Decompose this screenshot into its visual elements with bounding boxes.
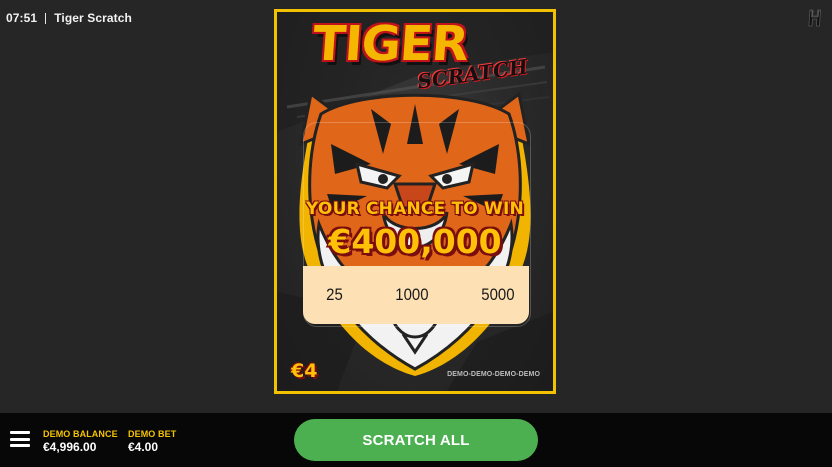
h-logo-icon <box>808 9 822 27</box>
bet-label: DEMO BET <box>128 429 177 439</box>
scratch-card: TIGER SCRATCH YOUR CHANCE TO WIN €400,00… <box>274 9 556 394</box>
menu-line <box>10 437 30 441</box>
demo-watermark: DEMO-DEMO-DEMO-DEMO <box>447 371 540 378</box>
top-prize-amount: €400,000 <box>328 222 502 261</box>
logo-tiger-text: TIGER <box>311 16 470 72</box>
prize-number: 25 <box>326 285 343 304</box>
prize-number: 5000 <box>481 285 515 304</box>
bottom-bar: DEMO BALANCE €4,996.00 DEMO BET €4.00 SC… <box>0 413 832 467</box>
game-title: Tiger Scratch <box>54 11 132 25</box>
clock-time: 07:51 <box>6 11 38 25</box>
prize-number: 1000 <box>394 285 429 304</box>
game-screen: 07:51 Tiger Scratch TIGER SCRATCH YOUR C… <box>0 0 832 467</box>
chance-to-win-text: YOUR CHANCE TO WIN <box>306 199 524 219</box>
bet-value: €4.00 <box>128 440 159 454</box>
balance-value: €4,996.00 <box>43 440 97 454</box>
hamburger-menu-icon[interactable] <box>10 431 30 447</box>
balance-label: DEMO BALANCE <box>43 429 118 439</box>
menu-line <box>10 444 30 447</box>
ticket-price: €4 <box>291 360 318 382</box>
prize-numbers-panel[interactable]: 25 1000 5000 <box>303 266 529 324</box>
demo-balance: DEMO BALANCE €4,996.00 <box>43 428 118 453</box>
status-divider <box>45 12 47 24</box>
demo-bet: DEMO BET €4.00 <box>128 428 176 453</box>
status-bar: 07:51 Tiger Scratch <box>6 10 132 26</box>
scratch-all-button[interactable]: SCRATCH ALL <box>294 419 538 461</box>
menu-line <box>10 431 30 434</box>
